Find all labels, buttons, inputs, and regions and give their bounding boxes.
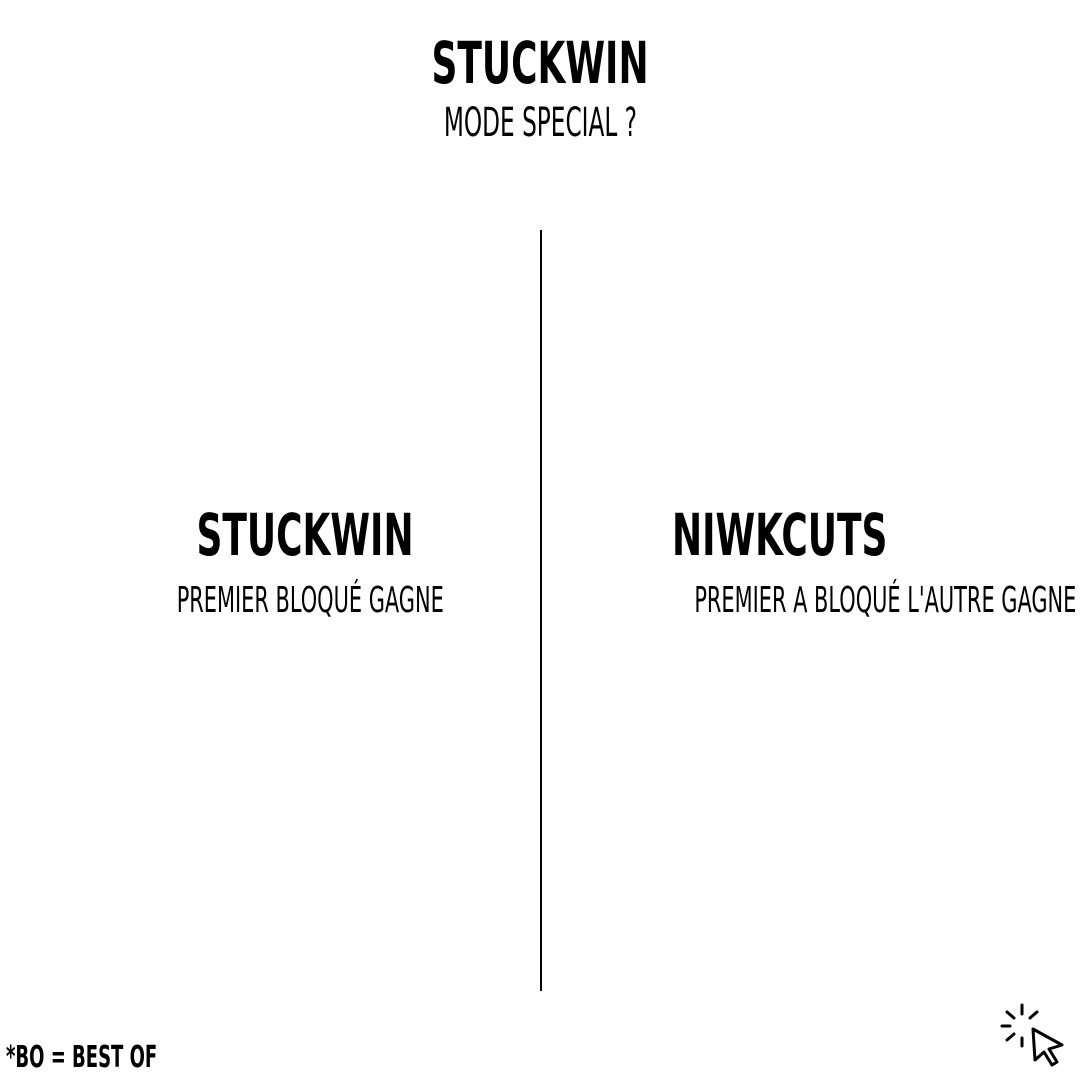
cursor-click-icon [1000,1003,1064,1067]
mode-column-stuckwin: STUCKWIN PREMIER BLOQUÉ GAGNE [80,502,530,622]
mode-column-niwkcuts: NIWKCUTS PREMIER A BLOQUÉ L'AUTRE GAGNE [556,501,1076,622]
vertical-divider [540,230,542,991]
header: STUCKWIN MODE SPECIAL ? [0,30,1080,146]
slide-canvas: STUCKWIN MODE SPECIAL ? STUCKWIN PREMIER… [0,0,1080,1080]
page-title: STUCKWIN [431,29,649,97]
mode-title-niwkcuts: NIWKCUTS [672,501,888,569]
footnote: *BO = BEST OF [6,1040,158,1075]
mode-description-niwkcuts: PREMIER A BLOQUÉ L'AUTRE GAGNE [694,580,1077,621]
mode-description-stuckwin: PREMIER BLOQUÉ GAGNE [176,580,444,621]
page-subtitle: MODE SPECIAL ? [443,100,637,146]
mode-title-stuckwin: STUCKWIN [196,501,414,569]
